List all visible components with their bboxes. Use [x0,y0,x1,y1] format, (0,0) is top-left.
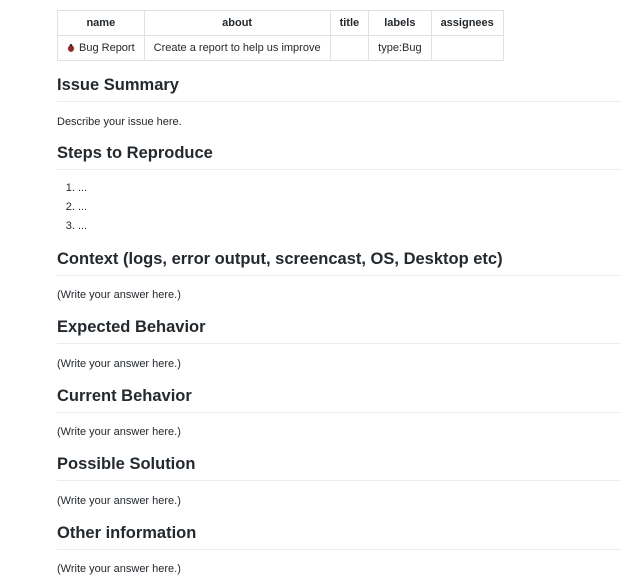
section-body: (Write your answer here.) [57,563,181,575]
list-item: ... [78,181,621,195]
section-other-information: Other information (Write your answer her… [57,523,621,576]
section-current-behavior: Current Behavior (Write your answer here… [57,386,621,439]
header-labels: labels [368,10,432,36]
section-expected-behavior: Expected Behavior (Write your answer her… [57,317,621,371]
cell-title [329,35,370,61]
steps-list: ... ... ... [57,181,621,233]
header-title: title [329,10,370,36]
section-heading: Current Behavior [57,386,621,413]
section-body: (Write your answer here.) [57,495,181,507]
markdown-document: name about title labels assignees Bug Re… [57,10,621,575]
cell-about: Create a report to help us improve [143,35,331,61]
section-heading: Issue Summary [57,75,621,102]
header-name: name [57,10,145,36]
section-steps-to-reproduce: Steps to Reproduce ... ... ... [57,143,621,238]
list-item: ... [78,200,621,214]
section-heading: Expected Behavior [57,317,621,344]
header-about: about [143,10,331,36]
table-row: Bug Report Create a report to help us im… [57,35,504,61]
section-body: (Write your answer here.) [57,426,181,438]
section-heading: Possible Solution [57,454,621,481]
section-context: Context (logs, error output, screencast,… [57,249,621,302]
section-heading: Steps to Reproduce [57,143,621,170]
cell-assignees [430,35,504,61]
cell-labels: type:Bug [368,35,432,61]
cell-name-text: Bug Report [79,42,135,54]
header-assignees: assignees [430,10,504,36]
frontmatter-header-row: name about title labels assignees [57,10,504,36]
section-body: (Write your answer here.) [57,358,181,370]
section-possible-solution: Possible Solution (Write your answer her… [57,454,621,508]
cell-name: Bug Report [57,35,145,61]
section-heading: Other information [57,523,621,550]
list-item: ... [78,219,621,233]
section-body: Describe your issue here. [57,116,182,128]
frontmatter-table: name about title labels assignees Bug Re… [57,10,504,61]
section-heading: Context (logs, error output, screencast,… [57,249,621,276]
lady-beetle-icon [67,44,75,52]
section-body: (Write your answer here.) [57,289,181,301]
section-issue-summary: Issue Summary Describe your issue here. [57,75,621,129]
